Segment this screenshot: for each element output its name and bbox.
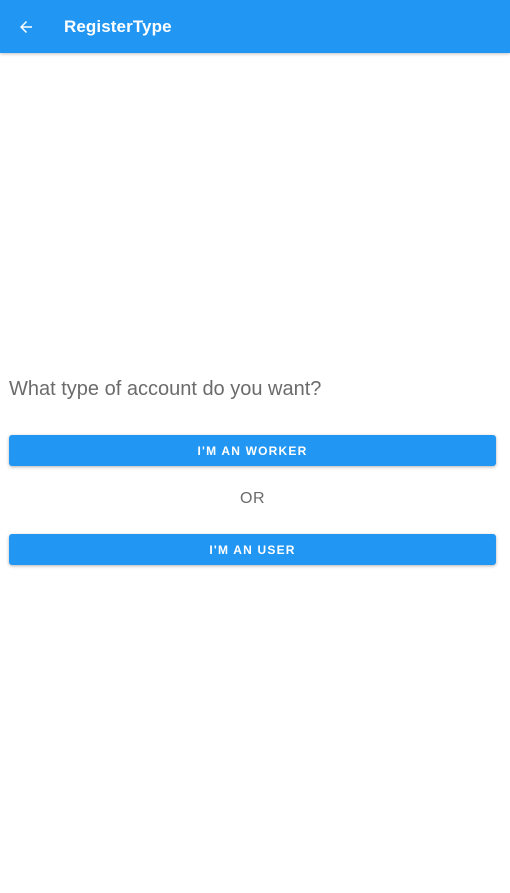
- user-button[interactable]: I'M AN USER: [9, 534, 496, 565]
- or-separator: OR: [240, 490, 265, 507]
- page-title: RegisterType: [64, 16, 172, 36]
- account-type-question: What type of account do you want?: [9, 378, 322, 400]
- worker-button[interactable]: I'M AN WORKER: [9, 435, 496, 466]
- app-bar: RegisterType: [0, 0, 510, 53]
- arrow-left-icon: [20, 20, 32, 33]
- back-button[interactable]: [0, 0, 52, 53]
